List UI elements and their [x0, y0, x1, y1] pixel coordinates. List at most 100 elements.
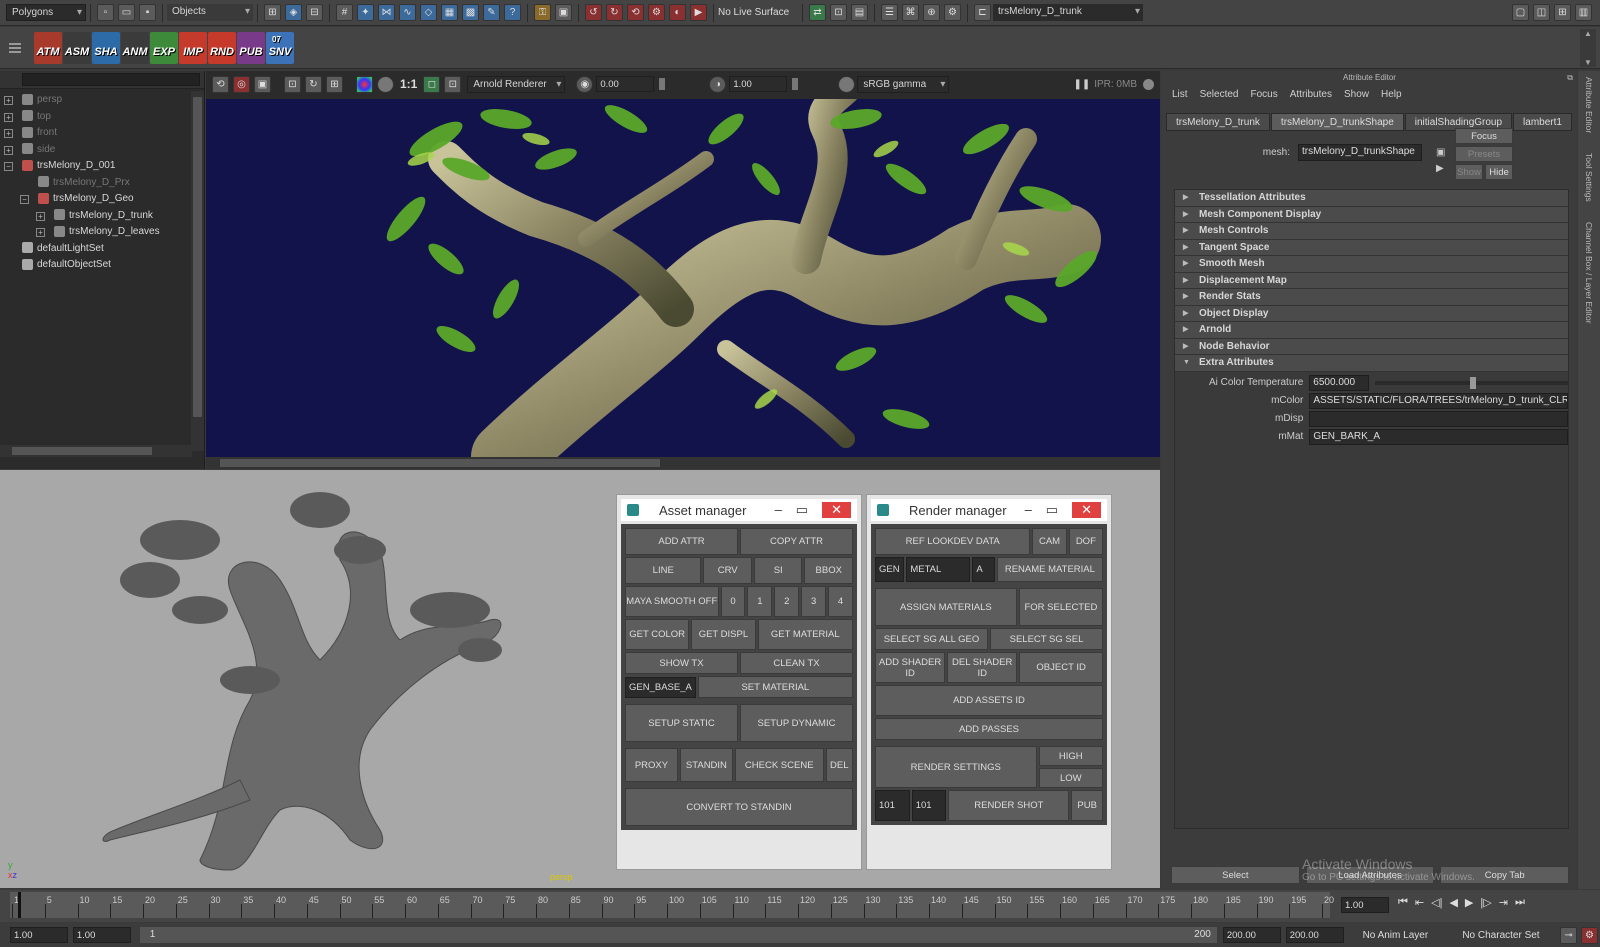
go-to-output-icon[interactable]: ▶ — [1436, 163, 1444, 174]
add-assets-id-button[interactable]: ADD ASSETS ID — [875, 685, 1103, 716]
redo-render-icon[interactable]: ⟲ — [212, 75, 229, 93]
current-frame-field[interactable]: 1.00 — [1341, 897, 1389, 913]
expand-toggle-icon[interactable]: + — [4, 96, 13, 105]
side-tab[interactable]: Channel Box / Layer Editor — [1584, 222, 1594, 324]
region-icon[interactable]: ⊡ — [284, 75, 301, 93]
attribute-section[interactable]: Arnold — [1175, 322, 1568, 339]
show-settings-icon[interactable]: ⚙ — [944, 4, 961, 21]
save-scene-icon[interactable]: ▪ — [139, 4, 156, 21]
snap-point-icon[interactable]: ⋈ — [378, 4, 395, 21]
get-displ-button[interactable]: GET DISPL — [691, 619, 756, 650]
lock-icon[interactable]: ⚿ — [534, 4, 551, 21]
node-tab[interactable]: trsMelony_D_trunkShape — [1270, 113, 1404, 131]
outliner-item[interactable]: defaultObjectSet — [0, 257, 190, 274]
render-settings-button[interactable]: RENDER SETTINGS — [875, 746, 1037, 788]
clean-tx-button[interactable]: CLEAN TX — [740, 652, 853, 674]
frame-end-field[interactable]: 101 — [911, 790, 947, 821]
outliner-item[interactable]: − trsMelony_D_Geo — [0, 191, 190, 208]
attribute-section[interactable]: Mesh Controls — [1175, 223, 1568, 240]
mdisp-field[interactable] — [1309, 410, 1568, 427]
shelf-button-rnd[interactable]: RND — [208, 31, 236, 64]
shelf-scroll[interactable]: ▲ ▼ — [1580, 28, 1596, 67]
outliner-item[interactable]: + persp — [0, 92, 190, 109]
shelf-button-sha[interactable]: SHA — [92, 31, 120, 64]
smooth-level-3-button[interactable]: 3 — [801, 586, 827, 617]
bbox-button[interactable]: BBOX — [804, 557, 853, 584]
resolution-icon[interactable]: ⊡ — [444, 75, 462, 93]
render-view-icon[interactable]: ▶ — [690, 4, 707, 21]
menu-attributes[interactable]: Attributes — [1290, 89, 1332, 100]
selection-constraint-icon[interactable]: ▣ — [555, 4, 572, 21]
step-forward-key-icon[interactable]: ⇥ — [1499, 896, 1508, 909]
rename-material-button[interactable]: RENAME MATERIAL — [996, 557, 1103, 582]
snap-plane-icon[interactable]: ▦ — [441, 4, 458, 21]
side-tab[interactable]: Tool Settings — [1584, 153, 1594, 202]
expand-toggle-icon[interactable]: + — [4, 112, 13, 122]
quick-select-field[interactable]: trsMelony_D_trunk — [993, 4, 1143, 21]
current-time-marker[interactable] — [18, 892, 21, 918]
refresh-icon[interactable]: ↻ — [305, 75, 322, 93]
attribute-section[interactable]: Mesh Component Display — [1175, 206, 1568, 223]
live-surface-label[interactable]: No Live Surface — [718, 7, 798, 18]
frame-icon[interactable]: ◻ — [423, 75, 441, 93]
select-sg-all-geo-button[interactable]: SELECT SG ALL GEO — [875, 628, 988, 650]
expand-toggle-icon[interactable]: + — [4, 145, 13, 155]
menu-show[interactable]: Show — [1344, 89, 1369, 100]
render-shot-button[interactable]: RENDER SHOT — [948, 790, 1070, 821]
sidebar-toggle-icon[interactable]: ▤ — [851, 4, 868, 21]
setup-dynamic-button[interactable]: SETUP DYNAMIC — [740, 704, 853, 742]
exposure-slider-handle[interactable] — [659, 78, 666, 90]
construction-history-icon[interactable]: ⊡ — [830, 4, 847, 21]
extra-attributes-section[interactable]: Extra Attributes — [1175, 355, 1568, 372]
ipr-render-icon[interactable]: ⟲ — [627, 4, 644, 21]
outliner-item[interactable]: + side — [0, 142, 190, 159]
attribute-section[interactable]: Tessellation Attributes — [1175, 190, 1568, 207]
shelf-menu-icon[interactable] — [0, 28, 30, 68]
ratio-label[interactable]: 1:1 — [400, 77, 417, 91]
show-button[interactable]: Show — [1455, 164, 1483, 180]
color-temperature-slider[interactable] — [1374, 376, 1568, 389]
time-slider-track[interactable]: 1 5 10 15 20 25 30 35 40 45 50 55 60 65 70 75 80 85 90 95 10… — [10, 892, 1334, 918]
playback-start-field[interactable]: 1.00 — [72, 927, 131, 943]
playback-end-field[interactable]: 200.00 — [1222, 927, 1281, 943]
attribute-section[interactable]: Node Behavior — [1175, 338, 1568, 355]
smooth-level-1-button[interactable]: 1 — [747, 586, 773, 617]
dof-button[interactable]: DOF — [1068, 528, 1103, 555]
asset-manager-titlebar[interactable]: Asset manager – ▭ ✕ — [621, 499, 857, 521]
frame-start-field[interactable]: 101 — [875, 790, 910, 821]
layout-custom-icon[interactable]: ▥ — [1575, 4, 1592, 21]
time-slider[interactable]: 1 5 10 15 20 25 30 35 40 45 50 55 60 65 70 75 80 85 90 95 10… — [0, 890, 1600, 922]
color-management-icon[interactable] — [838, 75, 856, 93]
render-view-h-scrollbar[interactable] — [206, 457, 1160, 469]
ref-lookdev-data-button[interactable]: REF LOOKDEV DATA — [875, 528, 1031, 555]
add-attr-button[interactable]: ADD ATTR — [625, 528, 738, 555]
menu-selected[interactable]: Selected — [1200, 89, 1239, 100]
outliner-search[interactable] — [0, 71, 204, 89]
shelf-button-pub[interactable]: PUB — [237, 31, 265, 64]
assign-materials-button[interactable]: ASSIGN MATERIALS — [875, 588, 1017, 626]
expand-toggle-icon[interactable]: − — [4, 162, 13, 171]
range-slider[interactable]: 1 200 — [139, 927, 1217, 943]
line-button[interactable]: LINE — [625, 557, 702, 584]
mmat-field[interactable]: GEN_BARK_A — [1309, 428, 1568, 445]
show-tx-button[interactable]: SHOW TX — [625, 652, 738, 674]
render-manager-titlebar[interactable]: Render manager – ▭ ✕ — [871, 499, 1107, 521]
snap-view-icon[interactable]: ∿ — [399, 4, 416, 21]
del-button[interactable]: DEL — [825, 748, 853, 782]
standin-button[interactable]: STANDIN — [679, 748, 733, 782]
maximize-icon[interactable]: ▭ — [1046, 502, 1058, 518]
shelf-button-asm[interactable]: ASM — [63, 31, 91, 64]
make-live-icon[interactable]: ✎ — [483, 4, 500, 21]
step-back-frame-icon[interactable]: ◁| — [1431, 896, 1442, 909]
animation-prefs-icon[interactable]: ⚙ — [1581, 926, 1598, 944]
step-forward-frame-icon[interactable]: |▷ — [1480, 896, 1491, 909]
metal-field[interactable]: METAL — [906, 557, 971, 582]
outliner-item[interactable]: + trsMelony_D_trunk — [0, 208, 190, 225]
history-on-icon[interactable]: ↺ — [585, 4, 602, 21]
expand-toggle-icon[interactable]: + — [4, 129, 13, 138]
select-button[interactable]: Select — [1171, 866, 1300, 884]
minimize-icon[interactable]: – — [775, 502, 782, 518]
color-space-dropdown[interactable]: sRGB gamma — [857, 75, 950, 93]
alpha-channel-icon[interactable] — [377, 75, 394, 93]
proxy-button[interactable]: PROXY — [625, 748, 678, 782]
